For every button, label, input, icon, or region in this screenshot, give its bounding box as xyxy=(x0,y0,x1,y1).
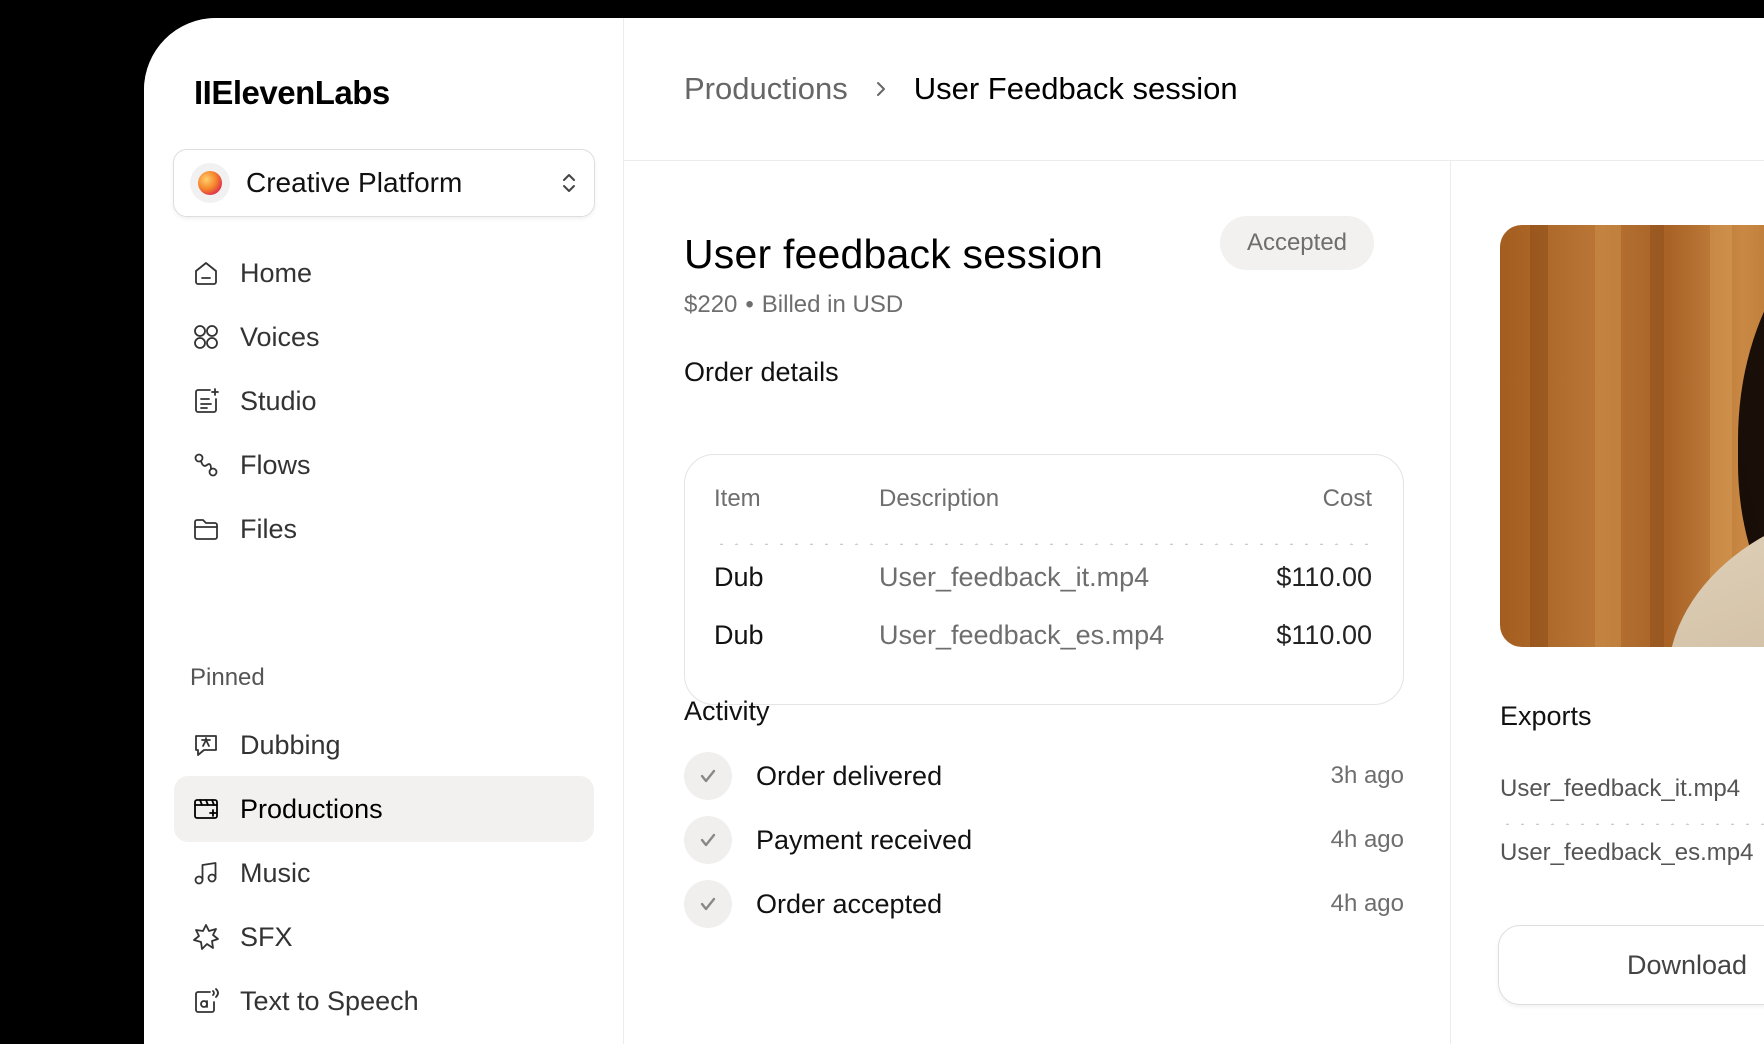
exports-panel: Exports User_feedback_it.mp4 User_feedba… xyxy=(1452,161,1764,1044)
row-cost: $110.00 xyxy=(1276,620,1372,650)
order-price: $220 xyxy=(684,291,738,318)
row-description: User_feedback_es.mp4 xyxy=(879,620,1165,650)
music-icon xyxy=(190,857,222,889)
status-badge: Accepted xyxy=(1220,216,1374,270)
row-description: User_feedback_it.mp4 xyxy=(879,562,1150,592)
studio-icon xyxy=(190,385,222,417)
table-row: Dub User_feedback_es.mp4 $110.00 xyxy=(714,620,1372,651)
video-thumbnail[interactable] xyxy=(1500,225,1764,647)
sidebar-item-studio[interactable]: Studio xyxy=(174,368,594,434)
exports-title: Exports xyxy=(1500,701,1592,731)
table-row: Dub User_feedback_it.mp4 $110.00 xyxy=(714,562,1372,593)
sidebar-item-text-to-speech[interactable]: Text to Speech xyxy=(174,968,594,1034)
sidebar-item-voices[interactable]: Voices xyxy=(174,304,594,370)
voices-icon xyxy=(190,321,222,353)
sidebar-item-label: Productions xyxy=(240,793,383,824)
row-item: Dub xyxy=(714,562,764,592)
home-icon xyxy=(190,257,222,289)
check-icon xyxy=(684,880,732,928)
order-details-title: Order details xyxy=(684,357,839,387)
activity-time: 3h ago xyxy=(1330,762,1404,789)
dubbing-icon xyxy=(190,729,222,761)
page-title: User feedback session xyxy=(684,231,1103,277)
download-button[interactable]: Download xyxy=(1498,925,1764,1005)
sfx-icon xyxy=(190,921,222,953)
table-header: Item Description Cost xyxy=(714,485,1372,513)
flows-icon xyxy=(190,449,222,481)
activity-title: Activity xyxy=(684,696,770,726)
check-icon xyxy=(684,816,732,864)
chevron-updown-icon xyxy=(563,174,575,192)
breadcrumb-root-link[interactable]: Productions xyxy=(684,71,848,107)
productions-icon xyxy=(190,793,222,825)
sidebar-item-label: Voices xyxy=(240,321,320,352)
column-header-cost: Cost xyxy=(1322,485,1372,512)
order-details-table: Item Description Cost Dub User_feedback_… xyxy=(684,454,1404,705)
activity-label: Order accepted xyxy=(756,888,943,919)
files-icon xyxy=(190,513,222,545)
export-file-link[interactable]: User_feedback_it.mp4 xyxy=(1500,775,1740,803)
activity-item: Payment received 4h ago xyxy=(684,815,1404,865)
sidebar-item-label: Files xyxy=(240,513,298,544)
app-window: IIElevenLabs Creative Platform Home Voic… xyxy=(144,18,1764,1044)
sidebar-item-home[interactable]: Home xyxy=(174,240,594,306)
pinned-section-label: Pinned xyxy=(190,664,265,691)
activity-label: Order delivered xyxy=(756,760,943,791)
sidebar-item-label: Studio xyxy=(240,385,317,416)
check-icon xyxy=(684,752,732,800)
separator-dot: • xyxy=(745,291,754,318)
activity-time: 4h ago xyxy=(1330,826,1404,853)
sidebar-item-productions[interactable]: Productions xyxy=(174,776,594,842)
column-header-item: Item xyxy=(714,485,761,512)
sidebar-item-flows[interactable]: Flows xyxy=(174,432,594,498)
row-item: Dub xyxy=(714,620,764,650)
order-billing: Billed in USD xyxy=(761,291,904,318)
activity-time: 4h ago xyxy=(1330,890,1404,917)
sidebar-item-label: Music xyxy=(240,857,311,888)
workspace-switcher[interactable]: Creative Platform xyxy=(173,149,595,217)
order-panel: User feedback session $220 • Billed in USD… xyxy=(624,161,1451,1044)
sidebar-item-label: Flows xyxy=(240,449,311,480)
activity-label: Payment received xyxy=(756,824,973,855)
brand-logo[interactable]: IIElevenLabs xyxy=(194,74,390,112)
sidebar: IIElevenLabs Creative Platform Home Voic… xyxy=(144,18,624,1044)
breadcrumb-current: User Feedback session xyxy=(913,71,1238,106)
activity-item: Order delivered 3h ago xyxy=(684,751,1404,801)
sidebar-item-label: SFX xyxy=(240,921,293,952)
sidebar-item-sfx[interactable]: SFX xyxy=(174,904,594,970)
workspace-avatar xyxy=(190,163,230,203)
sidebar-item-label: Text to Speech xyxy=(240,985,419,1016)
activity-item: Order accepted 4h ago xyxy=(684,879,1404,929)
column-header-description: Description xyxy=(879,485,1000,512)
order-meta: $220 • Billed in USD xyxy=(684,291,903,319)
sidebar-item-dubbing[interactable]: Dubbing xyxy=(174,712,594,778)
sidebar-item-label: Home xyxy=(240,257,313,288)
sidebar-item-files[interactable]: Files xyxy=(174,496,594,562)
sidebar-item-label: Dubbing xyxy=(240,729,341,760)
breadcrumb: Productions User Feedback session xyxy=(624,18,1764,161)
chevron-right-icon xyxy=(876,82,885,96)
export-file-link[interactable]: User_feedback_es.mp4 xyxy=(1500,839,1753,867)
text-to-speech-icon xyxy=(190,985,222,1017)
sidebar-item-music[interactable]: Music xyxy=(174,840,594,906)
divider xyxy=(714,543,1374,545)
row-cost: $110.00 xyxy=(1276,562,1372,592)
divider xyxy=(1500,823,1764,825)
workspace-name: Creative Platform xyxy=(246,167,463,198)
